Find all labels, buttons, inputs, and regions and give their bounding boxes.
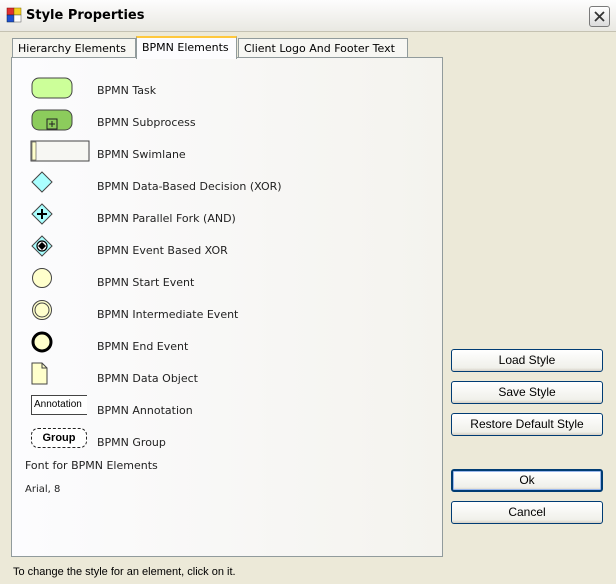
end-event-icon — [31, 331, 53, 353]
element-label: BPMN Swimlane — [97, 148, 186, 161]
start-event-icon — [32, 268, 52, 288]
element-label: BPMN Intermediate Event — [97, 308, 239, 321]
ok-button[interactable]: Ok — [451, 469, 603, 492]
status-hint: To change the style for an element, clic… — [13, 566, 236, 578]
swimlane-icon — [30, 140, 90, 162]
window-title: Style Properties — [26, 8, 145, 23]
close-button[interactable] — [589, 6, 610, 27]
tab-client-logo-footer[interactable]: Client Logo And Footer Text — [238, 38, 408, 58]
element-row-parallel-fork[interactable]: BPMN Parallel Fork (AND) — [12, 203, 432, 240]
font-section-title: Font for BPMN Elements — [25, 459, 158, 472]
element-row-task[interactable]: BPMN Task — [12, 77, 432, 112]
tab-bpmn-elements[interactable]: BPMN Elements — [136, 36, 237, 59]
element-row-swimlane[interactable]: BPMN Swimlane — [12, 140, 432, 176]
element-row-start-event[interactable]: BPMN Start Event — [12, 268, 432, 304]
app-icon — [6, 7, 22, 23]
element-label: BPMN Group — [97, 436, 166, 449]
title-bar: Style Properties — [0, 0, 616, 32]
data-object-icon — [31, 362, 48, 385]
event-based-xor-icon — [31, 235, 53, 257]
annotation-icon: Annotation — [31, 395, 87, 415]
tab-hierarchy-elements[interactable]: Hierarchy Elements — [12, 38, 136, 58]
element-label: BPMN Subprocess — [97, 116, 196, 129]
element-row-intermediate-event[interactable]: BPMN Intermediate Event — [12, 300, 432, 336]
bpmn-elements-panel: BPMN Task BPMN Subprocess BPMN Swimlane … — [11, 57, 443, 557]
load-style-button[interactable]: Load Style — [451, 349, 603, 372]
element-label: BPMN Annotation — [97, 404, 193, 417]
task-icon — [31, 77, 73, 99]
element-label: BPMN Parallel Fork (AND) — [97, 212, 236, 225]
group-icon: Group — [31, 428, 87, 448]
element-label: BPMN Event Based XOR — [97, 244, 228, 257]
parallel-fork-icon — [31, 203, 53, 225]
restore-default-style-button[interactable]: Restore Default Style — [451, 413, 603, 436]
element-row-end-event[interactable]: BPMN End Event — [12, 331, 432, 368]
save-style-button[interactable]: Save Style — [451, 381, 603, 404]
intermediate-event-icon — [32, 300, 52, 320]
element-label: BPMN Task — [97, 84, 157, 97]
font-value[interactable]: Arial, 8 — [25, 484, 60, 495]
element-row-xor-decision[interactable]: BPMN Data-Based Decision (XOR) — [12, 171, 432, 208]
element-label: BPMN Data Object — [97, 372, 198, 385]
xor-decision-icon — [31, 171, 53, 193]
element-label: BPMN End Event — [97, 340, 189, 353]
close-icon — [594, 11, 605, 22]
element-label: BPMN Start Event — [97, 276, 195, 289]
element-label: BPMN Data-Based Decision (XOR) — [97, 180, 282, 193]
cancel-button[interactable]: Cancel — [451, 501, 603, 524]
element-row-event-based-xor[interactable]: BPMN Event Based XOR — [12, 235, 432, 272]
subprocess-icon — [31, 109, 73, 131]
